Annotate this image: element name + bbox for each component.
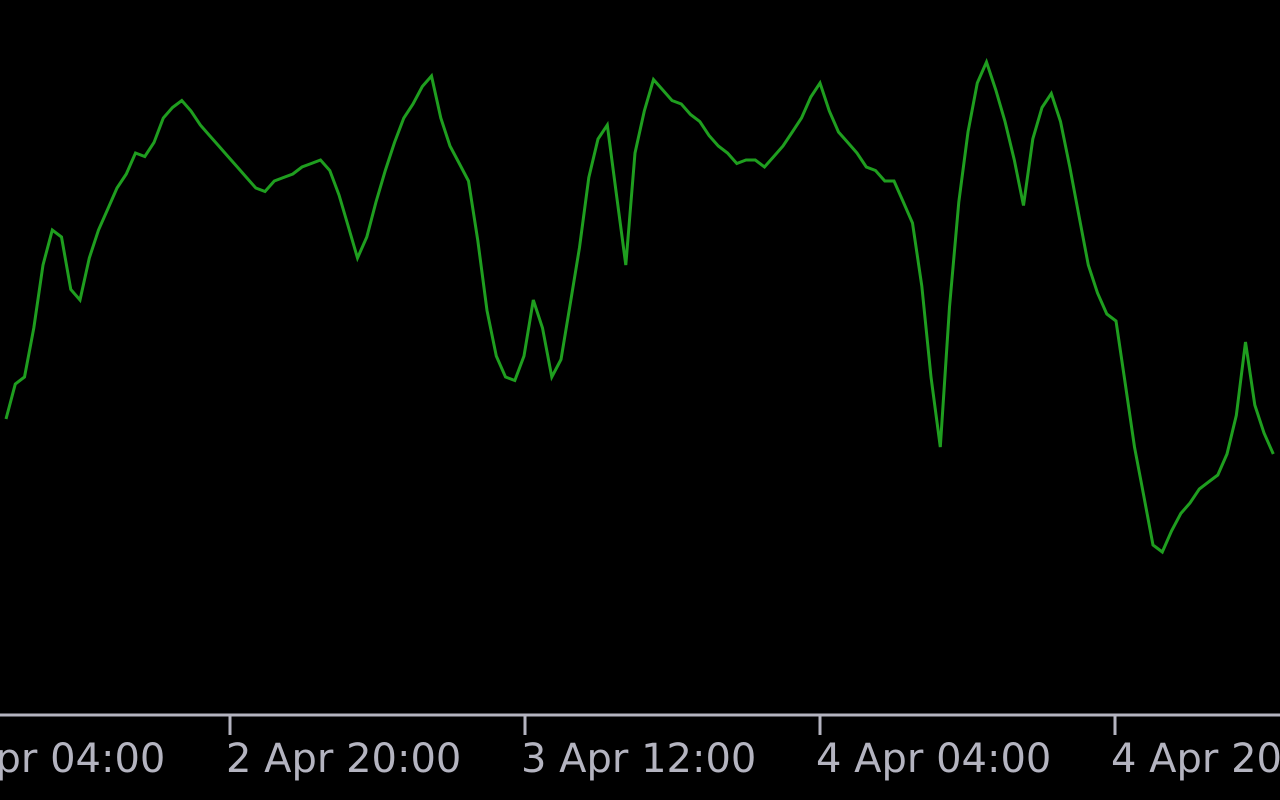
x-tick-label: 2 Apr 20:00 bbox=[226, 736, 461, 782]
x-tick-label: 3 Apr 12:00 bbox=[521, 736, 756, 782]
x-tick-label: 2 Apr 04:00 bbox=[0, 736, 165, 782]
chart: 2 Apr 04:00 2 Apr 20:00 3 Apr 12:00 4 Apr 0… bbox=[0, 0, 1280, 800]
x-tick-label: 4 Apr 20:00 bbox=[1111, 736, 1280, 782]
line-chart: 2 Apr 04:00 2 Apr 20:00 3 Apr 12:00 4 Apr 0… bbox=[0, 0, 1280, 800]
x-tick-label: 4 Apr 04:00 bbox=[816, 736, 1051, 782]
plot-background bbox=[0, 0, 1280, 800]
